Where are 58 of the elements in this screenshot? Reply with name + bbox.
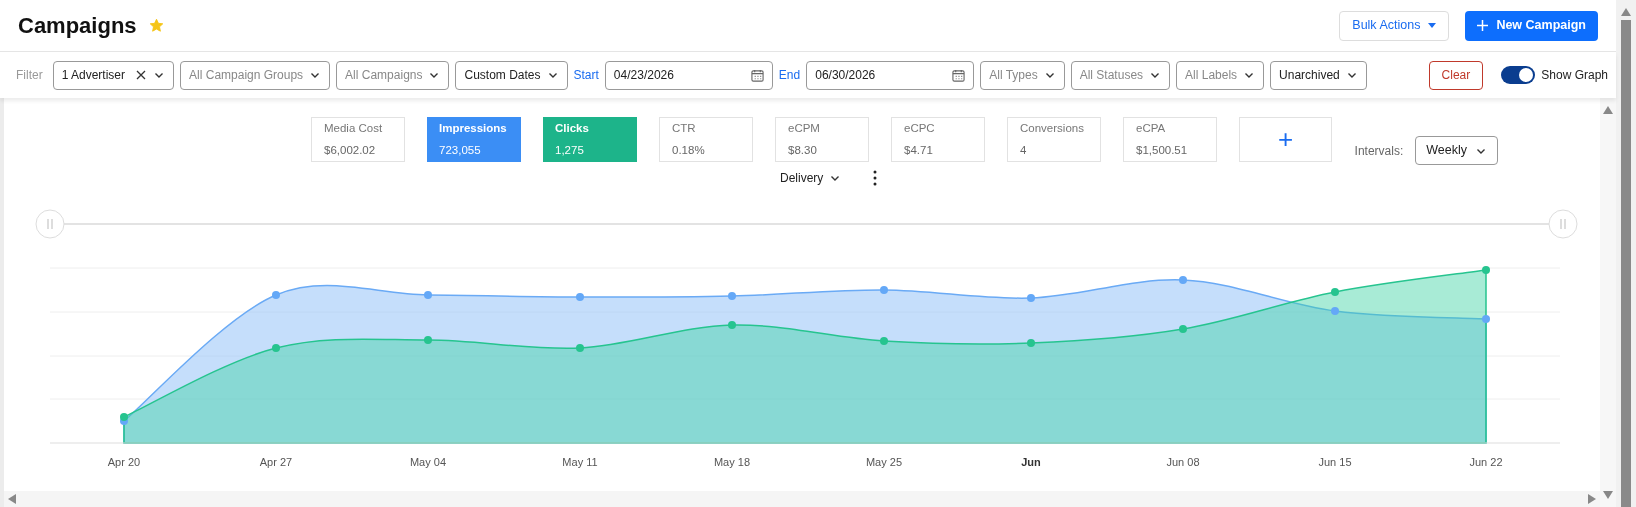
star-icon[interactable] — [148, 18, 164, 33]
axis-label: Jun 22 — [1469, 456, 1503, 468]
add-metric-button[interactable]: + — [1239, 117, 1332, 162]
scroll-right-icon[interactable] — [1588, 494, 1596, 504]
vertical-scrollbar[interactable] — [1600, 98, 1616, 507]
caret-icon — [1428, 23, 1437, 28]
scroll-down-icon[interactable] — [1603, 491, 1613, 499]
scroll-up-icon[interactable] — [1603, 106, 1613, 114]
filter-label: Filter — [16, 67, 43, 84]
calendar-icon[interactable] — [952, 68, 966, 82]
scroll-up-icon[interactable] — [1621, 8, 1631, 16]
page-scrollbar[interactable] — [1616, 0, 1636, 507]
metric-card[interactable]: eCPC $4.71 — [891, 117, 985, 162]
show-graph-label: Show Graph — [1541, 67, 1608, 84]
horizontal-scrollbar[interactable] — [4, 491, 1600, 507]
filter-dropdown[interactable]: 1 Advertiser — [52, 60, 175, 90]
metric-card[interactable]: Impressions 723,055 — [427, 117, 521, 162]
filter-dropdown[interactable]: All Types — [980, 60, 1065, 90]
axis-label: May 11 — [562, 456, 598, 468]
axis-label: Apr 27 — [259, 456, 293, 468]
filter-dropdown[interactable]: All Statuses — [1070, 60, 1171, 90]
clear-button[interactable]: Clear — [1428, 60, 1484, 90]
metric-card[interactable]: eCPM $8.30 — [775, 117, 869, 162]
filter-dropdown[interactable]: All Campaigns — [336, 60, 450, 90]
new-campaign-button[interactable]: New Campaign — [1465, 10, 1598, 41]
filter-dropdown[interactable]: Custom Dates — [455, 60, 568, 90]
metric-card[interactable]: CTR 0.18% — [659, 117, 753, 162]
range-handle[interactable] — [1548, 209, 1578, 239]
filter-dropdown[interactable]: All Labels — [1176, 60, 1265, 90]
more-icon[interactable] — [873, 170, 878, 186]
axis-label: May 04 — [409, 456, 447, 468]
axis-label: May 25 — [865, 456, 903, 468]
axis-label: Jun 08 — [1166, 456, 1200, 468]
axis-label: May 18 — [713, 456, 751, 468]
metric-card[interactable]: Media Cost $6,002.02 — [311, 117, 405, 162]
date-label: End — [778, 67, 801, 84]
metric-card[interactable]: eCPA $1,500.51 — [1123, 117, 1217, 162]
axis-label: Apr 20 — [107, 456, 141, 468]
date-field[interactable]: 06/30/2026 — [806, 60, 975, 90]
delivery-dropdown[interactable]: Delivery — [780, 169, 842, 187]
metric-card[interactable]: Conversions 4 — [1007, 117, 1101, 162]
clear-icon[interactable] — [135, 69, 148, 81]
date-label: Start — [573, 67, 599, 84]
scroll-thumb[interactable] — [1621, 20, 1631, 507]
filter-dropdown[interactable]: All Campaign Groups — [180, 60, 331, 90]
intervals-dropdown[interactable]: Weekly — [1415, 136, 1498, 165]
axis-label: Jun 15 — [1318, 456, 1352, 468]
plus-icon — [1477, 20, 1489, 31]
scroll-left-icon[interactable] — [8, 494, 16, 504]
show-graph-toggle[interactable] — [1501, 66, 1536, 84]
range-handle[interactable] — [35, 209, 65, 239]
filter-dropdown[interactable]: Unarchived — [1270, 60, 1367, 90]
page-title: Campaigns — [18, 12, 137, 40]
intervals-label: Intervals: — [1354, 142, 1404, 160]
bulk-actions-button[interactable]: Bulk Actions — [1339, 10, 1450, 41]
axis-label: Jun — [1021, 456, 1041, 468]
date-field[interactable]: 04/23/2026 — [604, 60, 773, 90]
calendar-icon[interactable] — [750, 68, 764, 82]
